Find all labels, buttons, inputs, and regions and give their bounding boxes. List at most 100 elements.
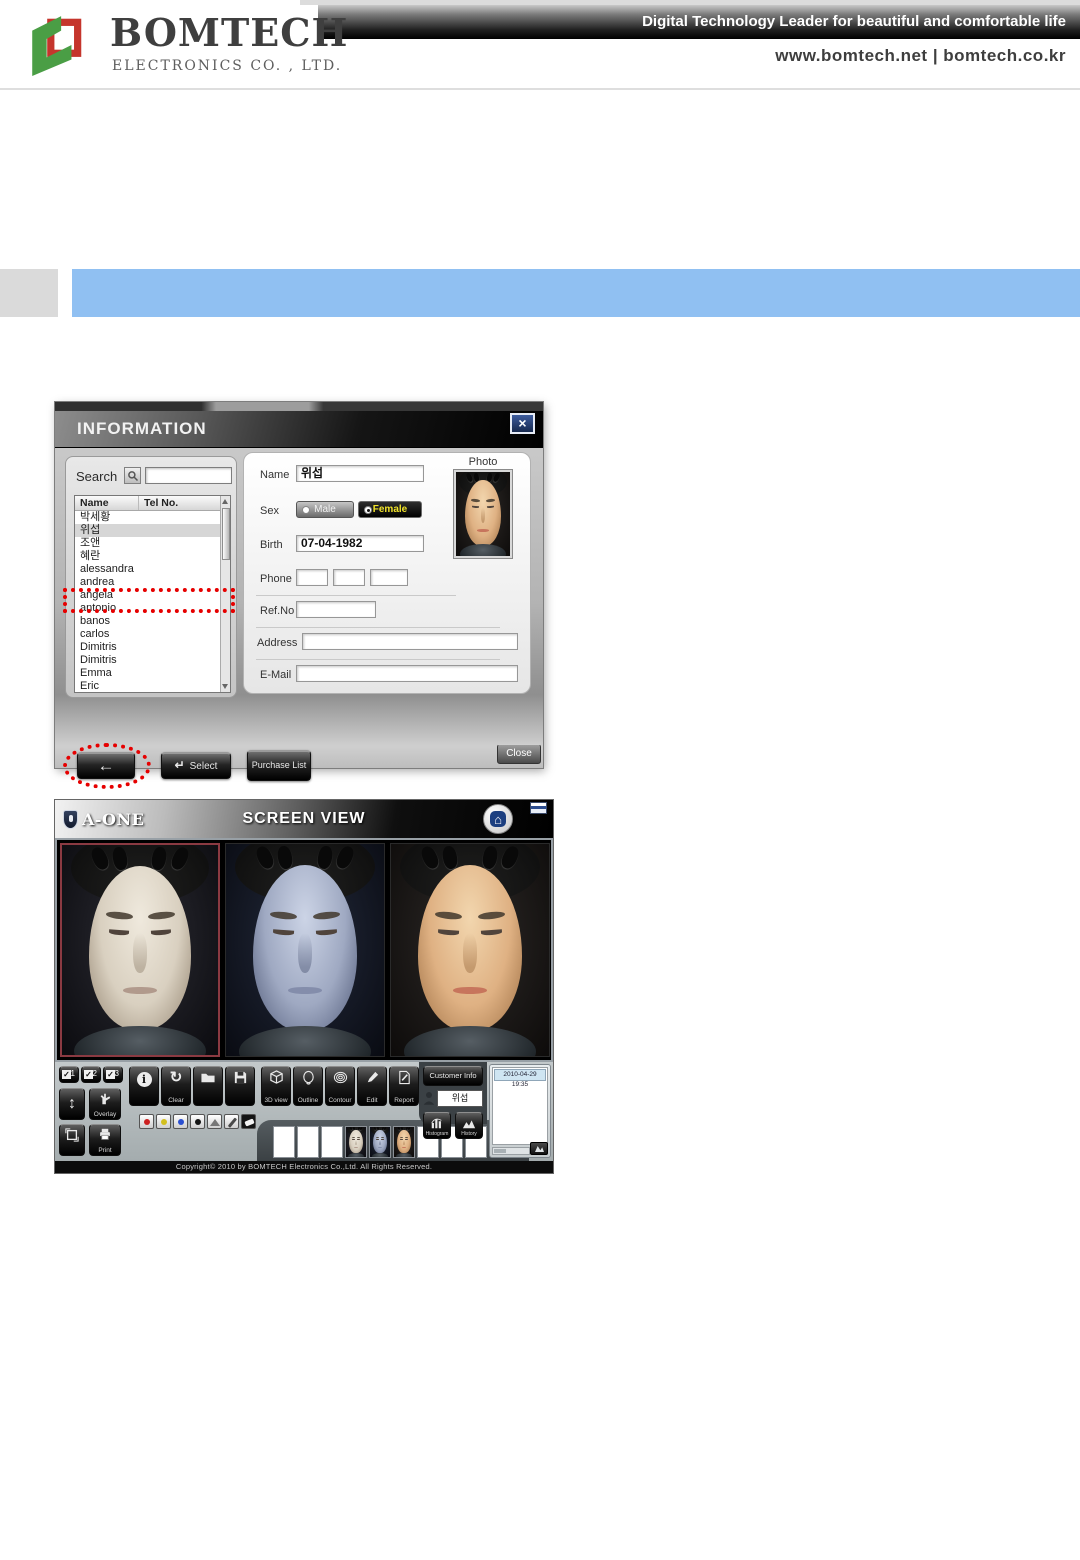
male-radio-button[interactable]: Male: [296, 501, 354, 518]
customer-list-row[interactable]: banos: [75, 615, 220, 628]
search-icon[interactable]: [124, 467, 141, 484]
birth-field[interactable]: 07-04-1982: [296, 535, 424, 552]
close-button[interactable]: Close: [497, 744, 541, 764]
brand-name: BOMTECH: [110, 10, 349, 55]
history-button[interactable]: History: [455, 1112, 483, 1139]
female-radio-button[interactable]: Female: [358, 501, 422, 518]
male-label: Male: [314, 504, 336, 515]
view-1-toggle[interactable]: ✓ 1: [59, 1066, 79, 1083]
history-scrollbar[interactable]: [492, 1147, 530, 1155]
customer-info-button[interactable]: Customer Info: [423, 1066, 483, 1086]
save-button[interactable]: [225, 1066, 255, 1106]
outline-button[interactable]: Outline: [293, 1066, 323, 1106]
thumbnail-slot-2[interactable]: [297, 1126, 319, 1158]
scroll-up-icon[interactable]: [222, 499, 228, 504]
view-3-toggle[interactable]: ✓ 3: [103, 1066, 123, 1083]
customer-list-row[interactable]: andrea: [75, 576, 220, 589]
blue-dot-icon: [178, 1119, 184, 1125]
customer-list-row[interactable]: Emma: [75, 667, 220, 680]
edit-button[interactable]: Edit: [357, 1066, 387, 1106]
phone-field-1[interactable]: [296, 569, 328, 586]
phone-field-2[interactable]: [333, 569, 365, 586]
info-button[interactable]: i: [129, 1066, 159, 1106]
fullscreen-button[interactable]: [59, 1124, 85, 1156]
customer-list-row[interactable]: 위섭: [75, 524, 220, 537]
marker-blue-button[interactable]: [173, 1114, 188, 1129]
print-label: Print: [98, 1147, 112, 1154]
customer-list-row[interactable]: Dimitris: [75, 654, 220, 667]
name-field[interactable]: 위섭: [296, 465, 424, 482]
close-icon[interactable]: ×: [510, 413, 535, 434]
birth-label: Birth: [260, 539, 283, 551]
overlay-button[interactable]: Overlay: [89, 1088, 121, 1120]
view-2-toggle[interactable]: ✓ 2: [81, 1066, 101, 1083]
refno-field[interactable]: [296, 601, 376, 618]
pen-tool-button[interactable]: [224, 1114, 239, 1129]
face-eyebrow: [380, 1136, 385, 1138]
back-button[interactable]: ←: [77, 752, 135, 779]
bomtech-logo-icon: [32, 16, 82, 76]
minimize-icon[interactable]: [530, 802, 547, 814]
thumbnail-slot-3[interactable]: [321, 1126, 343, 1158]
info-icon: i: [136, 1072, 152, 1087]
purchase-list-button[interactable]: Purchase List: [247, 750, 311, 781]
customer-list-row[interactable]: 조앤: [75, 537, 220, 550]
scrollbar-thumb[interactable]: [221, 508, 230, 560]
female-radio-icon: [364, 506, 372, 514]
customer-list-row[interactable]: Eric: [75, 680, 220, 692]
report-button[interactable]: Report: [389, 1066, 419, 1106]
customer-list-row[interactable]: Dimitris: [75, 641, 220, 654]
home-button[interactable]: ⌂: [483, 804, 513, 834]
marker-red-button[interactable]: [139, 1114, 154, 1129]
thumbnail-face-uv[interactable]: [369, 1126, 391, 1158]
histogram-button[interactable]: Histogram: [423, 1112, 451, 1139]
thumbnail-slot-1[interactable]: [273, 1126, 295, 1158]
column-tel[interactable]: Tel No.: [139, 496, 220, 510]
customer-list-row[interactable]: angela: [75, 589, 220, 602]
customer-list-row[interactable]: antonio: [75, 602, 220, 615]
view-3-number: 3: [114, 1069, 119, 1078]
copyright-bar: Copyright© 2010 by BOMTECH Electronics C…: [55, 1161, 553, 1173]
face-photo: [456, 472, 510, 556]
customer-list-row[interactable]: alessandra: [75, 563, 220, 576]
list-scrollbar[interactable]: [220, 496, 230, 692]
customer-list-row[interactable]: 혜란: [75, 550, 220, 563]
print-button[interactable]: Print: [89, 1124, 121, 1156]
search-input[interactable]: [145, 467, 232, 484]
history-scroll-thumb[interactable]: [494, 1149, 506, 1153]
scroll-down-icon[interactable]: [222, 684, 228, 689]
face-mouth: [477, 528, 489, 532]
open-folder-button[interactable]: [193, 1066, 223, 1106]
history-date-entry[interactable]: 2010-04-29 19:35: [494, 1069, 546, 1088]
contour-button[interactable]: Contour: [325, 1066, 355, 1106]
thumbnail-face-color[interactable]: [393, 1126, 415, 1158]
chin-rest: [74, 1025, 206, 1055]
face-panel-uv[interactable]: [225, 843, 385, 1057]
face-photo: [370, 1127, 390, 1157]
clear-button[interactable]: ↻ Clear: [161, 1066, 191, 1106]
customer-list-row[interactable]: carlos: [75, 628, 220, 641]
marker-black-button[interactable]: [190, 1114, 205, 1129]
updown-arrows-icon: ↕: [68, 1095, 76, 1112]
image-tool-button[interactable]: [207, 1114, 222, 1129]
section-number-box: [0, 269, 58, 317]
face-panel-color[interactable]: [390, 843, 550, 1057]
email-field[interactable]: [296, 665, 518, 682]
thumbnail-face-normal[interactable]: [345, 1126, 367, 1158]
search-row: Search: [76, 467, 232, 485]
column-name[interactable]: Name: [75, 496, 139, 510]
eraser-button[interactable]: [241, 1114, 256, 1129]
select-button[interactable]: ↵ Select: [161, 752, 231, 779]
folder-icon: [194, 1070, 222, 1090]
face-panel-normal[interactable]: [60, 843, 220, 1057]
customer-list-row[interactable]: 박세황: [75, 511, 220, 524]
marker-yellow-button[interactable]: [156, 1114, 171, 1129]
3d-view-button[interactable]: 3D view: [261, 1066, 291, 1106]
floppy-icon: [226, 1070, 254, 1090]
history-mini-button[interactable]: [530, 1142, 548, 1155]
phone-field-3[interactable]: [370, 569, 408, 586]
overlay-label: Overlay: [93, 1111, 117, 1118]
address-field[interactable]: [302, 633, 518, 650]
split-compare-button[interactable]: ↕: [59, 1088, 85, 1120]
customer-name-field[interactable]: 위섭: [437, 1090, 483, 1107]
